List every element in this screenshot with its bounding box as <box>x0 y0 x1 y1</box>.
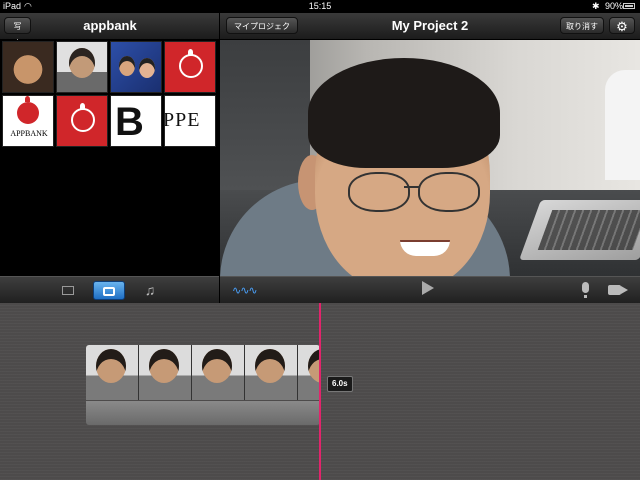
project-timeline[interactable]: 6.0s <box>0 303 640 480</box>
glasses-lens <box>348 172 410 212</box>
library-navbar: 写真 appbank <box>0 13 219 48</box>
album-title: appbank <box>83 18 137 33</box>
logo-letters: PPE <box>164 109 201 131</box>
bluetooth-icon: ✱ <box>592 1 600 11</box>
photo-thumb[interactable]: B <box>110 95 162 147</box>
status-bar: iPad ◠ 15:15 ✱ 90% <box>0 0 640 13</box>
background-person <box>605 70 640 180</box>
audio-waveform-icon[interactable]: ∿∿∿ <box>232 284 258 297</box>
apple-logo-icon <box>179 49 203 78</box>
project-title: My Project 2 <box>391 18 469 33</box>
media-type-toolbar: ♫ <box>0 276 219 304</box>
my-projects-button[interactable]: マイプロジェクト <box>226 17 298 48</box>
playback-toolbar: ∿∿∿ <box>220 276 640 304</box>
settings-gear-icon[interactable]: ⚙ <box>609 17 635 34</box>
clip-frame <box>192 345 245 400</box>
photo-thumb[interactable] <box>56 95 108 147</box>
photo-thumb[interactable]: PPE <box>164 95 216 147</box>
timeline-clip[interactable] <box>86 345 320 425</box>
apple-logo-icon <box>17 96 39 124</box>
photo-thumb[interactable] <box>56 41 108 93</box>
clip-frame <box>245 345 298 400</box>
clip-frames <box>86 345 320 400</box>
clip-frame <box>298 345 320 400</box>
clip-frame <box>139 345 192 400</box>
microphone-icon[interactable] <box>582 282 589 298</box>
logo-letter: B <box>115 100 144 144</box>
camera-icon <box>103 287 115 297</box>
photo-thumb[interactable] <box>110 41 162 93</box>
music-note-icon: ♫ <box>144 282 156 298</box>
video-icon <box>62 286 74 296</box>
preview-viewer[interactable] <box>220 40 640 276</box>
appbank-logo-text: APPBANK <box>10 129 48 138</box>
photo-thumb[interactable]: APPBANK <box>2 95 54 147</box>
photo-library-grid: APPBANK B PPE <box>0 40 219 276</box>
laptop-keyboard <box>537 210 640 250</box>
music-filter-button[interactable]: ♫ <box>134 281 166 300</box>
clip-frame <box>86 345 139 400</box>
glasses-bridge <box>404 186 420 188</box>
undo-button[interactable]: 取り消す <box>560 17 604 34</box>
photo-thumb[interactable] <box>164 41 216 93</box>
person-hair <box>308 58 500 168</box>
battery-percent: 90% <box>605 1 624 11</box>
clip-duration-label: 6.0s <box>327 376 353 392</box>
clock: 15:15 <box>308 1 332 11</box>
audio-track[interactable] <box>86 401 320 425</box>
playhead[interactable] <box>319 303 321 480</box>
glasses-lens <box>418 172 480 212</box>
apple-logo-icon <box>71 103 95 132</box>
photo-thumb[interactable] <box>2 41 54 93</box>
photos-back-button[interactable]: 写真 <box>4 17 31 48</box>
video-filter-button[interactable] <box>52 281 84 300</box>
video-camera-icon[interactable] <box>608 285 628 295</box>
play-icon[interactable] <box>422 281 434 295</box>
project-navbar: マイプロジェクト My Project 2 取り消す ⚙ <box>220 13 640 48</box>
battery-icon <box>623 3 635 9</box>
photo-filter-button[interactable] <box>93 281 125 300</box>
